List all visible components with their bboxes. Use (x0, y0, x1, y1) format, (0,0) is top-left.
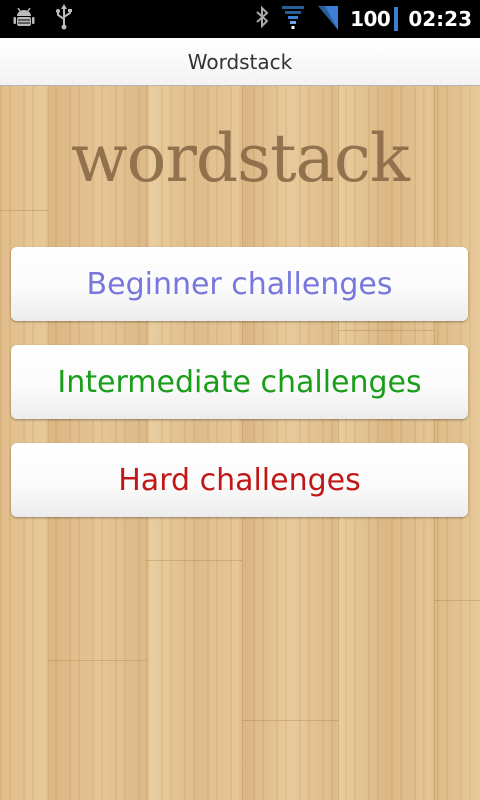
title-bar: Wordstack (0, 38, 480, 86)
intermediate-challenges-label: Intermediate challenges (57, 364, 422, 400)
plank-joint (0, 210, 48, 211)
plank-joint (146, 560, 242, 561)
plank-joint (242, 720, 338, 721)
battery-level: 100 (350, 7, 391, 31)
beginner-challenges-button[interactable]: Beginner challenges (11, 247, 468, 321)
signal-icon (316, 4, 340, 34)
status-bar-right: 100 02:23 (254, 0, 472, 38)
intermediate-challenges-button[interactable]: Intermediate challenges (11, 345, 468, 419)
plank-joint (338, 330, 434, 331)
bluetooth-icon (254, 5, 270, 33)
usb-icon (54, 4, 74, 34)
hard-challenges-label: Hard challenges (118, 462, 361, 498)
app-title: Wordstack (187, 49, 293, 74)
battery-icon (394, 7, 399, 31)
plank-joint (48, 660, 146, 661)
hard-challenges-button[interactable]: Hard challenges (11, 443, 468, 517)
android-debug-icon (12, 5, 36, 33)
beginner-challenges-label: Beginner challenges (86, 266, 393, 302)
clock: 02:23 (408, 7, 472, 31)
wifi-icon (280, 4, 306, 34)
status-bar: 100 02:23 (0, 0, 480, 38)
status-bar-left (12, 0, 74, 38)
wordstack-logo: wordstack (71, 120, 410, 197)
plank-joint (434, 600, 480, 601)
